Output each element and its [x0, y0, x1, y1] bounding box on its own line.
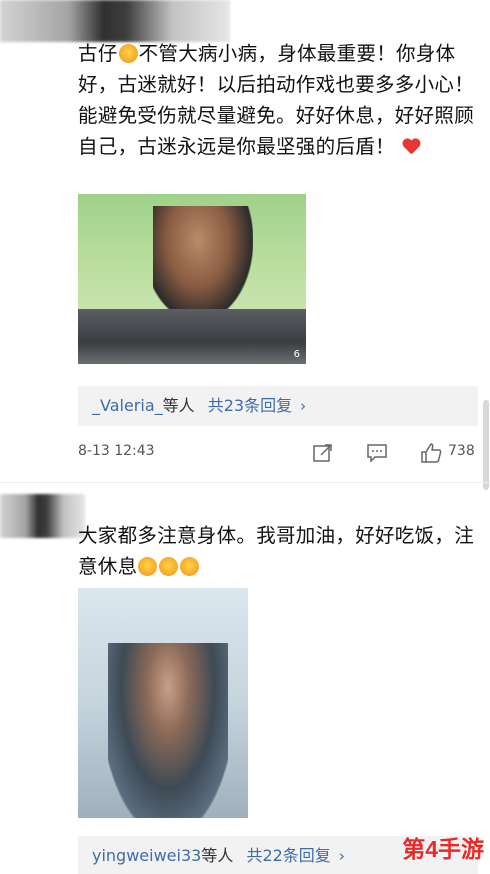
- chevron-right-icon: ›: [338, 847, 345, 865]
- site-watermark: 第4手游: [402, 836, 484, 862]
- reply-count-link[interactable]: 共23条回复: [208, 396, 292, 415]
- thumbs-up-icon[interactable]: [420, 443, 442, 463]
- reply-summary[interactable]: _Valeria_等人 共23条回复 ›: [78, 386, 478, 426]
- reply-suffix: 等人: [201, 846, 234, 865]
- comment-text: 大家都多注意身体。我哥加油，好好吃饭，注意休息: [78, 520, 478, 582]
- comment-text: 古仔 不管大病小病，身体最重要！你身体好，古迷就好！以后拍动作戏也要多多小心！能避…: [78, 38, 478, 162]
- comment-text-part: 古仔: [78, 42, 118, 65]
- blush-emoji-icon: [180, 557, 200, 576]
- comment-text-part: 大家都多注意身体。我哥加油，好好吃饭，注意休息: [78, 524, 475, 578]
- comment-meta: 8-13 12:43 738: [78, 443, 478, 463]
- photo-background: [78, 309, 306, 364]
- avatar[interactable]: [0, 0, 230, 42]
- blush-emoji-icon: [159, 557, 179, 576]
- like-count: 738: [448, 443, 475, 459]
- avatar[interactable]: [0, 494, 85, 538]
- heart-emoji-icon: [402, 139, 420, 155]
- photo-figure: [153, 206, 253, 321]
- divider: [0, 482, 490, 483]
- blush-emoji-icon: [118, 44, 138, 63]
- photo-watermark: 6: [293, 349, 300, 360]
- comment-icon[interactable]: [366, 443, 388, 463]
- share-icon[interactable]: [312, 443, 334, 463]
- reply-user-link[interactable]: _Valeria_: [92, 396, 163, 415]
- blush-emoji-icon: [138, 557, 158, 576]
- comment-time: 8-13 12:43: [78, 443, 155, 459]
- reply-suffix: 等人: [162, 396, 195, 415]
- chevron-right-icon: ›: [300, 397, 307, 415]
- comment-photo[interactable]: [78, 588, 248, 818]
- comment-photo[interactable]: 6: [78, 194, 306, 364]
- scrollbar[interactable]: [483, 400, 489, 490]
- reply-count-link[interactable]: 共22条回复: [246, 846, 330, 865]
- reply-user-link[interactable]: yingweiwei33: [92, 846, 201, 865]
- photo-figure: [108, 643, 228, 818]
